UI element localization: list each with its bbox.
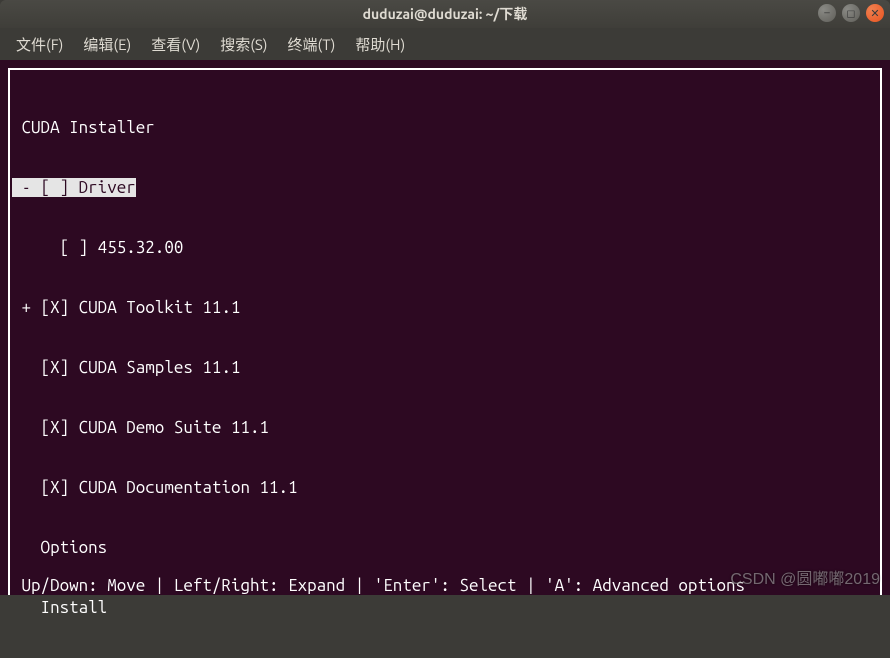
- menu-bar: 文件(F) 编辑(E) 查看(V) 搜索(S) 终端(T) 帮助(H): [0, 28, 890, 60]
- installer-frame: CUDA Installer - [ ] Driver [ ] 455.32.0…: [8, 68, 882, 595]
- installer-header: CUDA Installer: [12, 118, 878, 138]
- item-cuda-documentation[interactable]: [X] CUDA Documentation 11.1: [12, 478, 878, 498]
- installer-tui[interactable]: CUDA Installer - [ ] Driver [ ] 455.32.0…: [12, 78, 878, 658]
- item-cuda-toolkit[interactable]: + [X] CUDA Toolkit 11.1: [12, 298, 878, 318]
- item-driver-version[interactable]: [ ] 455.32.00: [12, 238, 878, 258]
- installer-footer-hints: Up/Down: Move | Left/Right: Expand | 'En…: [12, 576, 878, 595]
- window-titlebar: duduzai@duduzai: ~/下载 – ◻ ✕: [0, 0, 890, 28]
- window-title: duduzai@duduzai: ~/下载: [363, 4, 528, 24]
- item-cuda-demo-suite[interactable]: [X] CUDA Demo Suite 11.1: [12, 418, 878, 438]
- item-options[interactable]: Options: [12, 538, 878, 558]
- maximize-icon[interactable]: ◻: [842, 4, 860, 22]
- menu-help[interactable]: 帮助(H): [347, 30, 413, 59]
- minimize-icon[interactable]: –: [818, 4, 836, 22]
- menu-search[interactable]: 搜索(S): [212, 30, 275, 59]
- close-icon[interactable]: ✕: [866, 4, 884, 22]
- item-driver-highlight: - [ ] Driver: [12, 178, 136, 197]
- menu-edit[interactable]: 编辑(E): [75, 30, 139, 59]
- item-install[interactable]: Install: [12, 598, 878, 618]
- item-driver[interactable]: - [ ] Driver: [12, 178, 878, 198]
- terminal-area[interactable]: CUDA Installer - [ ] Driver [ ] 455.32.0…: [0, 60, 890, 595]
- menu-view[interactable]: 查看(V): [143, 30, 208, 59]
- menu-terminal[interactable]: 终端(T): [280, 30, 344, 59]
- window-controls: – ◻ ✕: [818, 4, 884, 22]
- item-cuda-samples[interactable]: [X] CUDA Samples 11.1: [12, 358, 878, 378]
- menu-file[interactable]: 文件(F): [8, 30, 71, 59]
